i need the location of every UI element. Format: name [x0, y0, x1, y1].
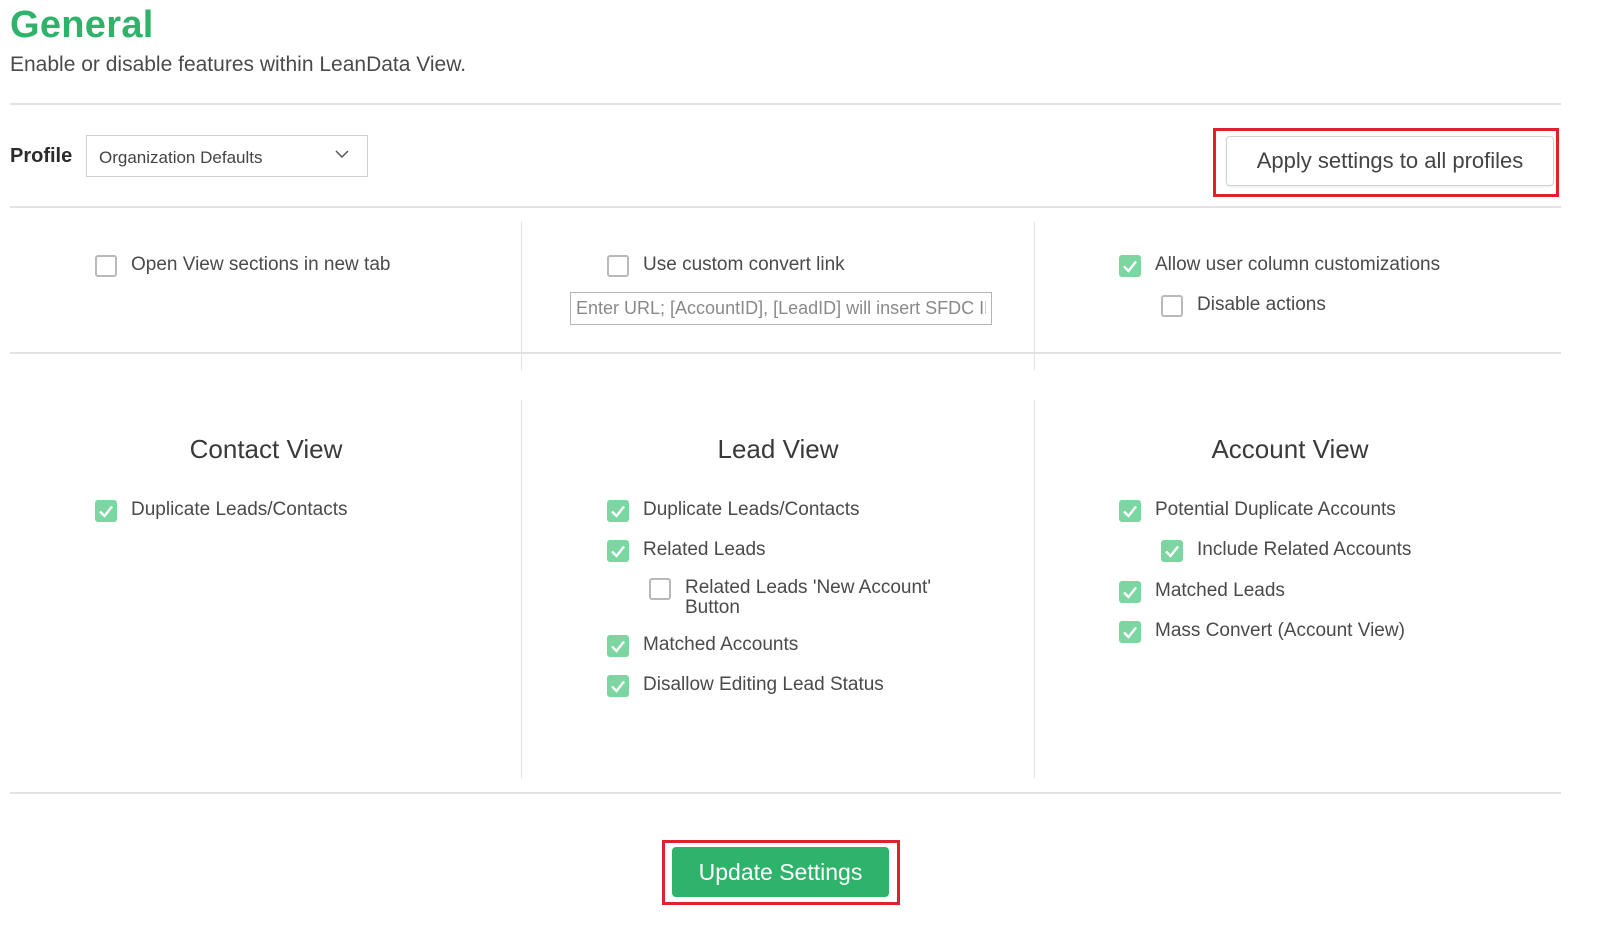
checkmark-icon [1123, 260, 1137, 273]
lead-duplicate-leads-contacts-checkbox[interactable] [607, 500, 629, 522]
allow-column-customizations-label: Allow user column customizations [1155, 254, 1441, 275]
disallow-editing-lead-status-checkbox[interactable] [607, 675, 629, 697]
update-settings-button[interactable]: Update Settings [672, 847, 889, 897]
allow-column-customizations-checkbox[interactable] [1119, 255, 1141, 277]
apply-settings-all-profiles-button[interactable]: Apply settings to all profiles [1226, 136, 1554, 186]
lead-view-title: Lead View [717, 434, 839, 464]
mass-convert-checkbox[interactable] [1119, 621, 1141, 643]
checkmark-icon [611, 680, 625, 693]
contact-view-title: Contact View [189, 434, 343, 464]
checkmark-icon [1165, 545, 1179, 558]
page-title: General [10, 4, 154, 46]
page-subtitle: Enable or disable features within LeanDa… [10, 53, 467, 76]
column-divider [521, 400, 522, 778]
profile-select-value: Organization Defaults [99, 148, 263, 167]
potential-duplicate-accounts-label: Potential Duplicate Accounts [1155, 499, 1396, 520]
mass-convert-label: Mass Convert (Account View) [1155, 620, 1405, 641]
column-divider [1034, 400, 1035, 778]
profile-label: Profile [10, 145, 73, 167]
contact-duplicate-leads-contacts-checkbox[interactable] [95, 500, 117, 522]
matched-leads-checkbox[interactable] [1119, 581, 1141, 603]
profile-select[interactable]: Organization Defaults [86, 135, 368, 177]
related-leads-label: Related Leads [643, 539, 766, 560]
open-new-tab-checkbox[interactable] [95, 255, 117, 277]
checkmark-icon [611, 545, 625, 558]
checkmark-icon [611, 505, 625, 518]
related-leads-new-account-button-checkbox[interactable] [649, 578, 671, 600]
checkmark-icon [99, 505, 113, 518]
custom-convert-link-label: Use custom convert link [643, 254, 845, 275]
divider [10, 206, 1561, 208]
label-line: Related Leads 'New Account' [685, 577, 931, 598]
chevron-down-icon [335, 150, 349, 159]
divider [10, 792, 1561, 794]
related-leads-new-account-button-label: Related Leads 'New Account' Button [685, 578, 931, 618]
disallow-editing-lead-status-label: Disallow Editing Lead Status [643, 674, 884, 695]
column-divider [1034, 222, 1035, 370]
divider [10, 103, 1561, 105]
disable-actions-checkbox[interactable] [1161, 295, 1183, 317]
lead-duplicate-leads-contacts-label: Duplicate Leads/Contacts [643, 499, 860, 520]
potential-duplicate-accounts-checkbox[interactable] [1119, 500, 1141, 522]
checkmark-icon [1123, 586, 1137, 599]
custom-convert-link-checkbox[interactable] [607, 255, 629, 277]
checkmark-icon [1123, 505, 1137, 518]
contact-duplicate-leads-contacts-label: Duplicate Leads/Contacts [131, 499, 348, 520]
include-related-accounts-label: Include Related Accounts [1197, 539, 1412, 560]
checkmark-icon [1123, 626, 1137, 639]
custom-convert-url-input[interactable] [570, 292, 992, 325]
label-line: Button [685, 597, 740, 618]
column-divider [521, 222, 522, 370]
disable-actions-label: Disable actions [1197, 294, 1326, 315]
matched-leads-label: Matched Leads [1155, 580, 1285, 601]
matched-accounts-checkbox[interactable] [607, 635, 629, 657]
checkmark-icon [611, 640, 625, 653]
related-leads-checkbox[interactable] [607, 540, 629, 562]
open-new-tab-label: Open View sections in new tab [131, 254, 391, 275]
divider [10, 352, 1561, 354]
matched-accounts-label: Matched Accounts [643, 634, 799, 655]
include-related-accounts-checkbox[interactable] [1161, 540, 1183, 562]
account-view-title: Account View [1211, 434, 1369, 464]
